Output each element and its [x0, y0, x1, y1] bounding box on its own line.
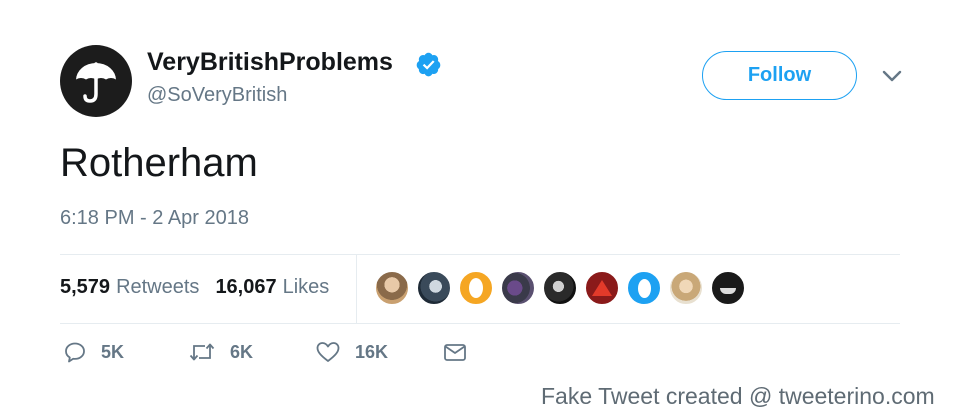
reply-count: 5K — [101, 341, 125, 362]
reply-icon — [65, 342, 85, 363]
likes-label: Likes — [282, 276, 330, 298]
handle[interactable]: @SoVeryBritish — [147, 84, 287, 107]
liker-avatar[interactable] — [416, 270, 452, 306]
divider-top — [60, 254, 900, 255]
tweet-stats: 5,579 Retweets 16,067 Likes — [60, 276, 329, 299]
like-button[interactable]: 16K — [315, 340, 388, 364]
display-name[interactable]: VeryBritishProblems — [147, 48, 393, 77]
stats-separator — [356, 255, 357, 323]
umbrella-icon — [75, 62, 117, 103]
liker-avatar[interactable] — [458, 270, 494, 306]
like-count: 16K — [355, 341, 389, 362]
retweet-button[interactable]: 6K — [188, 340, 253, 364]
timestamp[interactable]: 6:18 PM - 2 Apr 2018 — [60, 207, 249, 230]
liker-avatar[interactable] — [374, 270, 410, 306]
retweets-count: 5,579 — [60, 276, 111, 298]
retweet-count: 6K — [230, 341, 254, 362]
liker-avatars — [374, 270, 746, 306]
tweet-text: Rotherham — [60, 141, 258, 185]
liker-avatar[interactable] — [710, 270, 746, 306]
verified-badge-icon — [416, 52, 441, 77]
envelope-icon — [444, 344, 466, 361]
retweet-icon — [189, 343, 215, 361]
retweets-label: Retweets — [116, 276, 200, 298]
liker-avatar[interactable] — [626, 270, 662, 306]
direct-message-button[interactable] — [442, 340, 468, 364]
retweets-stat[interactable]: 5,579 Retweets — [60, 276, 199, 299]
watermark: Fake Tweet created @ tweeterino.com — [541, 383, 935, 409]
divider-bottom — [60, 323, 900, 324]
liker-avatar[interactable] — [584, 270, 620, 306]
heart-icon — [316, 342, 340, 362]
follow-button[interactable]: Follow — [702, 51, 857, 100]
action-bar: 5K 6K 16K — [60, 340, 480, 372]
likes-stat[interactable]: 16,067 Likes — [215, 276, 329, 299]
reply-button[interactable]: 5K — [63, 340, 124, 364]
chevron-down-icon[interactable] — [881, 68, 903, 84]
liker-avatar[interactable] — [668, 270, 704, 306]
likes-count: 16,067 — [215, 276, 277, 298]
liker-avatar[interactable] — [542, 270, 578, 306]
avatar[interactable] — [60, 45, 132, 117]
liker-avatar[interactable] — [500, 270, 536, 306]
